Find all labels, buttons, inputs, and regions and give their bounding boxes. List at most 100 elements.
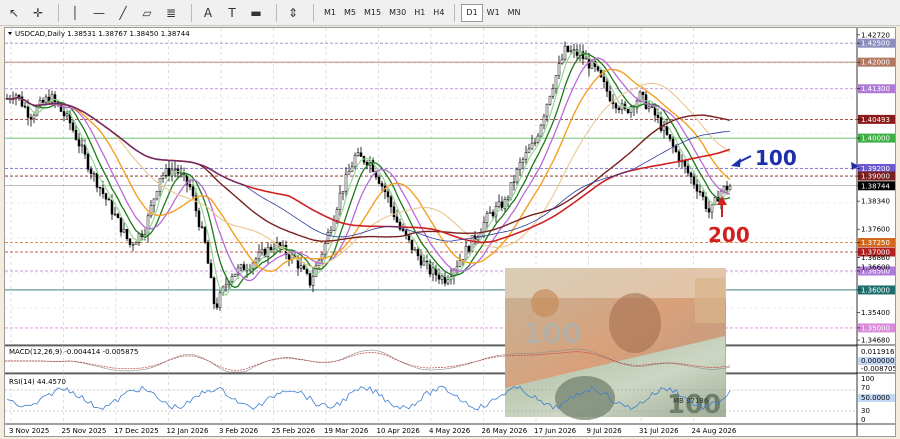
- candle-body: [527, 148, 531, 153]
- candle-body: [131, 244, 135, 246]
- candle-body: [650, 106, 654, 108]
- text-icon[interactable]: A: [198, 3, 218, 23]
- candle-body: [392, 206, 396, 218]
- price-label: 1.37250: [861, 239, 890, 247]
- candle-body: [617, 107, 621, 111]
- candle-body: [179, 172, 183, 174]
- candle-body: [548, 95, 552, 105]
- ma-tan: [6, 82, 731, 268]
- toolbar-separator: [276, 3, 277, 22]
- date-label: 25 Feb 2026: [272, 427, 316, 435]
- candle-body: [335, 209, 339, 221]
- candle-body: [440, 275, 444, 280]
- candle-body: [701, 192, 705, 197]
- toolbar-separator: [58, 3, 59, 22]
- candle-body: [197, 210, 201, 227]
- rsi-scale-100: 100: [861, 375, 874, 383]
- candle-body: [596, 66, 600, 71]
- candle-body: [50, 94, 54, 103]
- text-label-icon[interactable]: T: [222, 3, 242, 23]
- candle-body: [128, 238, 132, 245]
- price-chart[interactable]: 100 100 MB 97186 100 200 1.42720 1.42500 1…: [4, 27, 897, 437]
- arrows-icon[interactable]: ⇕: [283, 3, 303, 23]
- candle-body: [224, 284, 228, 288]
- candle-body: [119, 217, 123, 233]
- rectangle-icon[interactable]: ▬: [246, 3, 266, 23]
- candle-body: [662, 126, 666, 131]
- ma-violet: [6, 57, 731, 282]
- rsi-scale-0: 0: [861, 416, 865, 424]
- timeframe-w1[interactable]: W1: [483, 4, 504, 22]
- arrow-head-100: [731, 158, 741, 167]
- candle-body: [260, 248, 264, 253]
- usd-bill-value: 100: [667, 390, 721, 420]
- timeframe-m5[interactable]: M5: [340, 4, 360, 22]
- candle-body: [416, 249, 420, 257]
- date-label: 17 Dec 2025: [114, 427, 159, 435]
- candle-body: [107, 198, 111, 201]
- date-label: 12 Jan 2026: [167, 427, 210, 435]
- candle-body: [644, 94, 648, 110]
- cad-bill-value: 100: [523, 317, 581, 350]
- equidistant-channel-icon[interactable]: ▱: [137, 3, 157, 23]
- timeframe-bar: M1 M5 M15 M30 H1 H4 D1 W1 MN: [320, 3, 525, 22]
- candle-body: [572, 49, 576, 51]
- candle-body: [122, 228, 126, 233]
- candle-body: [686, 166, 690, 174]
- usd-portrait: [555, 376, 615, 420]
- chart-header: USDCAD,Daily 1.38531 1.38767 1.38450 1.3…: [8, 30, 190, 38]
- candle-body: [536, 135, 540, 143]
- candle-body: [590, 60, 594, 69]
- candle-body: [431, 267, 435, 275]
- candle-body: [515, 169, 519, 183]
- candle-body: [332, 220, 336, 231]
- candle-body: [410, 239, 414, 251]
- candle-body: [551, 88, 555, 97]
- crosshair-icon[interactable]: ✛: [28, 3, 48, 23]
- macd-scale-top: 0.011916: [861, 348, 895, 356]
- vertical-line-icon[interactable]: │: [65, 3, 85, 23]
- candle-body: [560, 58, 564, 64]
- timeframe-m30[interactable]: M30: [385, 4, 410, 22]
- candle-body: [311, 276, 315, 286]
- candle-body: [359, 152, 363, 157]
- candle-body: [161, 174, 165, 179]
- price-label: 1.38340: [861, 198, 890, 206]
- timeframe-h4[interactable]: H4: [429, 4, 448, 22]
- timeframe-m15[interactable]: M15: [360, 4, 385, 22]
- candle-body: [467, 246, 471, 252]
- timeframe-mn[interactable]: MN: [504, 4, 525, 22]
- candle-body: [149, 205, 153, 217]
- trendline-icon[interactable]: ╱: [113, 3, 133, 23]
- toolbar: ↖ ✛ │ — ╱ ▱ ≣ A T ▬ ⇕ M1 M5 M15 M30 H1 H4 D1 W1 MN: [0, 0, 900, 26]
- dropdown-triangle-icon[interactable]: [8, 32, 12, 35]
- price-label: 1.34680: [861, 337, 890, 345]
- price-label: 1.38744: [861, 182, 890, 190]
- candle-body: [500, 201, 504, 209]
- fibonacci-icon[interactable]: ≣: [161, 3, 181, 23]
- candle-body: [287, 254, 291, 260]
- candle-body: [614, 103, 618, 109]
- candle-body: [725, 185, 729, 191]
- date-label: 26 May 2026: [482, 427, 528, 435]
- timeframe-m1[interactable]: M1: [320, 4, 340, 22]
- date-label: 24 Aug 2026: [692, 427, 737, 435]
- cursor-icon[interactable]: ↖: [4, 3, 24, 23]
- horizontal-line-icon[interactable]: —: [89, 3, 109, 23]
- chart-header-text: USDCAD,Daily 1.38531 1.38767 1.38450 1.3…: [15, 30, 190, 38]
- candle-body: [299, 265, 303, 269]
- date-axis: 3 Nov 2025 25 Nov 2025 17 Dec 2025 12 Jan 2…: [9, 427, 737, 435]
- candle-body: [413, 249, 417, 251]
- candle-body: [569, 50, 573, 52]
- candle-body: [95, 173, 99, 188]
- timeframe-d1[interactable]: D1: [461, 3, 483, 22]
- timeframe-h1[interactable]: H1: [410, 4, 429, 22]
- candle-body: [341, 190, 345, 194]
- price-label: 1.42000: [861, 59, 890, 67]
- ma-orange: [6, 68, 731, 273]
- candle-body: [704, 196, 708, 209]
- candle-body: [329, 230, 333, 233]
- candle-body: [497, 201, 501, 207]
- candle-body: [32, 114, 36, 119]
- chart-canvas[interactable]: 100 100 MB 97186 100 200 1.427201.425001…: [5, 28, 897, 436]
